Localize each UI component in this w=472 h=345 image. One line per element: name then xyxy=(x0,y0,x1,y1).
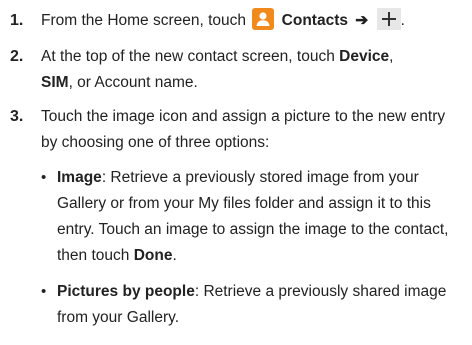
plus-icon xyxy=(376,8,401,30)
step-number: 2. xyxy=(10,48,24,65)
step-3-text: Touch the image icon and assign a pictur… xyxy=(41,108,446,151)
device-label: Device xyxy=(339,48,390,65)
option-text: : Retrieve a previously stored image fro… xyxy=(57,169,449,264)
sim-label: SIM xyxy=(41,74,69,91)
step-text: At the top of the new contact screen, to… xyxy=(41,44,460,96)
arrow-icon: ➔ xyxy=(355,12,369,29)
option-title: Image xyxy=(57,169,102,186)
list-item: • Pictures by people: Retrieve a previou… xyxy=(41,279,460,331)
contacts-label: Contacts xyxy=(281,12,348,29)
contacts-app-icon xyxy=(252,8,275,30)
option-end: . xyxy=(172,247,177,264)
step-text: Touch the image icon and assign a pictur… xyxy=(41,104,460,156)
done-label: Done xyxy=(133,247,173,264)
step-1-text: From the Home screen, touch xyxy=(41,12,247,29)
step-number: 3. xyxy=(10,108,24,125)
list-item: • Image: Retrieve a previously stored im… xyxy=(41,165,460,269)
step-number: 1. xyxy=(10,12,24,29)
step-2-end: , or Account name. xyxy=(68,74,198,91)
bullet: • xyxy=(41,283,47,300)
option-title: Pictures by people xyxy=(57,283,195,300)
bullet: • xyxy=(41,169,47,186)
step-2-text: At the top of the new contact screen, to… xyxy=(41,48,335,65)
step-1-period: . xyxy=(400,12,405,29)
instruction-page: 1. From the Home screen, touch Contacts … xyxy=(0,0,472,345)
options-list: • Image: Retrieve a previously stored im… xyxy=(41,165,460,331)
step-text: From the Home screen, touch Contacts ➔ . xyxy=(41,8,460,34)
comma: , xyxy=(389,48,394,65)
